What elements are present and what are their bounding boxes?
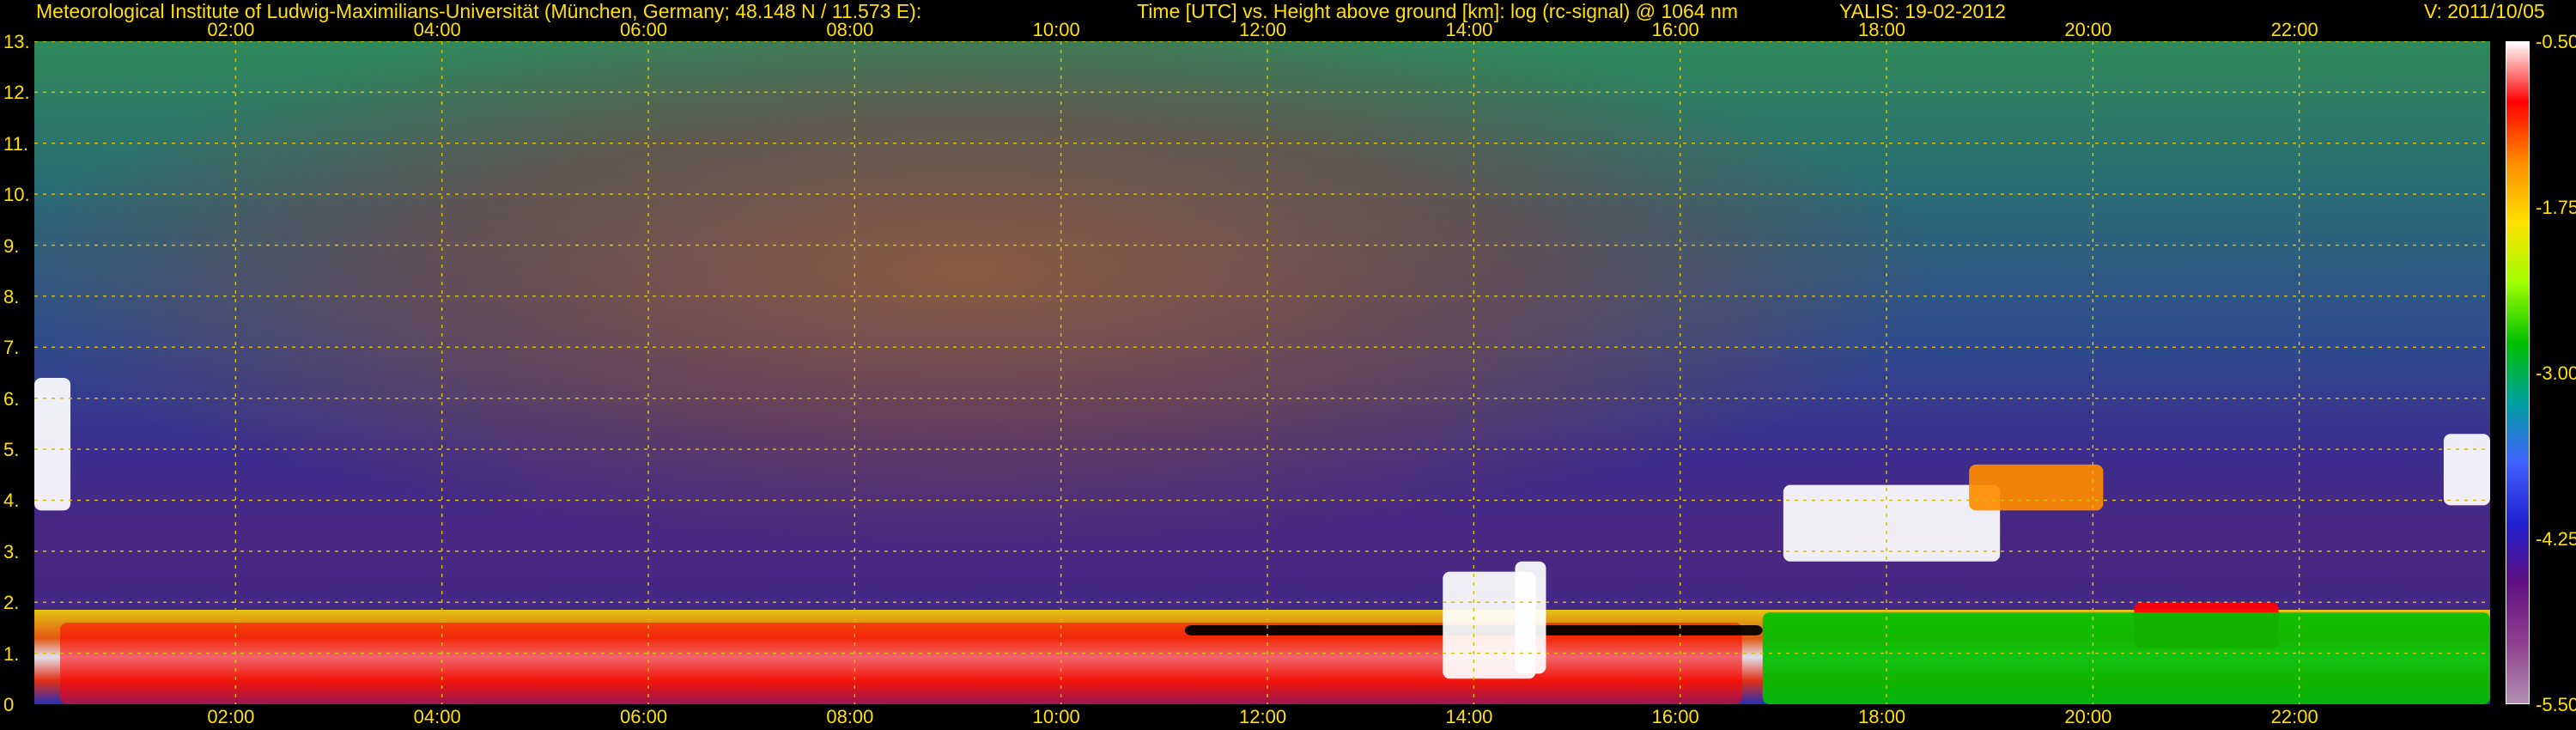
x-tick-label: 18:00 <box>1858 706 1906 727</box>
y-tick-label: 10. <box>3 184 30 206</box>
header-version: V: 2011/10/05 <box>2424 0 2545 22</box>
x-tick-label-top: 04:00 <box>413 19 461 40</box>
y-tick-label: 6. <box>3 387 20 410</box>
colorbar <box>2506 41 2530 704</box>
y-tick-label: 11. <box>3 132 28 155</box>
colorbar-tick-label: -5.50 <box>2536 694 2576 715</box>
heatmap-layer-9 <box>1762 612 2490 704</box>
x-tick-label-top: 20:00 <box>2064 19 2112 40</box>
y-tick-label: 2. <box>3 592 20 614</box>
x-tick-label: 20:00 <box>2064 706 2112 727</box>
y-tick-label: 8. <box>3 285 20 307</box>
heatmap-overlay <box>34 41 2490 704</box>
x-tick-label: 10:00 <box>1032 706 1080 727</box>
x-tick-label-top: 12:00 <box>1239 19 1287 40</box>
header-institute: Meteorological Institute of Ludwig-Maxim… <box>36 0 922 22</box>
y-tick-label: 12. <box>3 82 30 104</box>
lidar-heatmap-plot <box>34 41 2490 704</box>
heatmap-layer-3 <box>1515 561 1546 674</box>
y-tick-label: 7. <box>3 337 20 359</box>
x-tick-label: 14:00 <box>1445 706 1493 727</box>
x-tick-label-top: 14:00 <box>1445 19 1493 40</box>
y-tick-label: 13. <box>3 31 30 52</box>
header-axis-description: Time [UTC] vs. Height above ground [km]:… <box>1137 0 1738 22</box>
heatmap-layer-5 <box>2443 434 2490 506</box>
colorbar-tick-label: -4.25 <box>2536 528 2576 550</box>
y-tick-label: 4. <box>3 490 20 512</box>
y-tick-label: 3. <box>3 540 20 563</box>
x-tick-label-top: 08:00 <box>826 19 874 40</box>
y-tick-label: 1. <box>3 642 20 665</box>
colorbar-tick-label: -3.00 <box>2536 362 2576 384</box>
x-tick-label-top: 06:00 <box>620 19 668 40</box>
x-tick-label-top: 18:00 <box>1858 19 1906 40</box>
colorbar-tick-label: -0.50 <box>2536 31 2576 52</box>
heatmap-layer-7 <box>1969 464 2104 511</box>
x-tick-label-top: 16:00 <box>1651 19 1699 40</box>
x-tick-label: 06:00 <box>620 706 668 727</box>
x-tick-label: 04:00 <box>413 706 461 727</box>
y-tick-label: 5. <box>3 439 20 461</box>
x-tick-label: 02:00 <box>207 706 255 727</box>
colorbar-tick-label: -1.75 <box>2536 197 2576 218</box>
y-tick-label: 9. <box>3 234 20 257</box>
x-tick-label-top: 02:00 <box>207 19 255 40</box>
x-tick-label-top: 10:00 <box>1032 19 1080 40</box>
x-tick-label-top: 22:00 <box>2270 19 2318 40</box>
x-tick-label: 08:00 <box>826 706 874 727</box>
heatmap-layer-6 <box>1783 484 2001 562</box>
x-tick-label: 16:00 <box>1651 706 1699 727</box>
x-tick-label: 12:00 <box>1239 706 1287 727</box>
y-tick-label: 0 <box>3 694 15 715</box>
x-tick-label: 22:00 <box>2270 706 2318 727</box>
